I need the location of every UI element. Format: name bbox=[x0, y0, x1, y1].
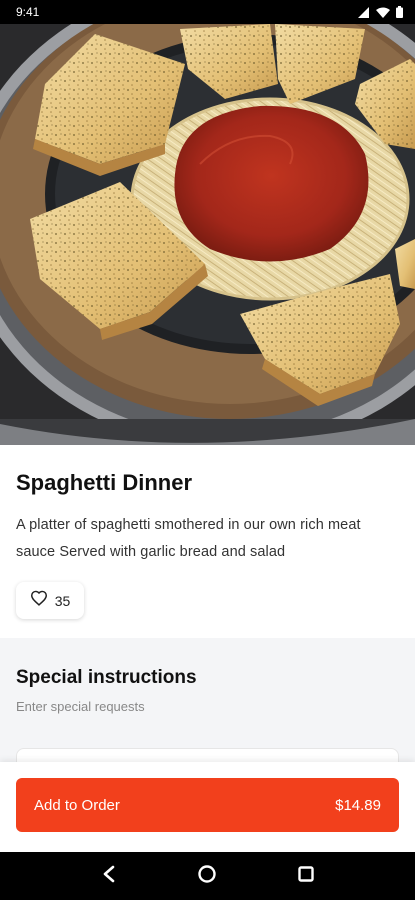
navigation-bar bbox=[0, 852, 415, 900]
recents-button[interactable] bbox=[286, 856, 326, 896]
status-time: 9:41 bbox=[16, 5, 40, 19]
like-count: 35 bbox=[54, 592, 71, 609]
wifi-icon bbox=[376, 7, 390, 18]
home-button[interactable] bbox=[187, 856, 227, 896]
special-instructions-subtitle: Enter special requests bbox=[16, 699, 145, 714]
food-image bbox=[0, 24, 415, 445]
order-footer: Add to Order $14.89 bbox=[0, 762, 415, 852]
status-bar: 9:41 bbox=[0, 0, 415, 24]
recents-icon bbox=[297, 865, 315, 888]
item-price: $14.89 bbox=[335, 796, 381, 814]
spaghetti-dinner-photo bbox=[0, 24, 415, 445]
cellular-signal-icon bbox=[358, 6, 370, 18]
heart-icon bbox=[30, 590, 48, 611]
status-icons bbox=[358, 6, 403, 18]
add-to-order-button[interactable]: Add to Order $14.89 bbox=[16, 778, 399, 832]
battery-icon bbox=[396, 6, 403, 18]
item-title: Spaghetti Dinner bbox=[16, 470, 193, 495]
item-details: Spaghetti Dinner A platter of spaghetti … bbox=[0, 445, 415, 638]
like-button[interactable]: 35 bbox=[16, 582, 84, 619]
home-icon bbox=[197, 864, 217, 889]
special-instructions-title: Special instructions bbox=[16, 667, 197, 688]
item-description: A platter of spaghetti smothered in our … bbox=[16, 517, 361, 560]
screen: 9:41 Spaghetti Dinner A platter of spagh… bbox=[0, 0, 415, 900]
back-button[interactable] bbox=[89, 856, 129, 896]
add-to-order-label: Add to Order bbox=[34, 796, 120, 814]
back-icon bbox=[102, 865, 116, 888]
